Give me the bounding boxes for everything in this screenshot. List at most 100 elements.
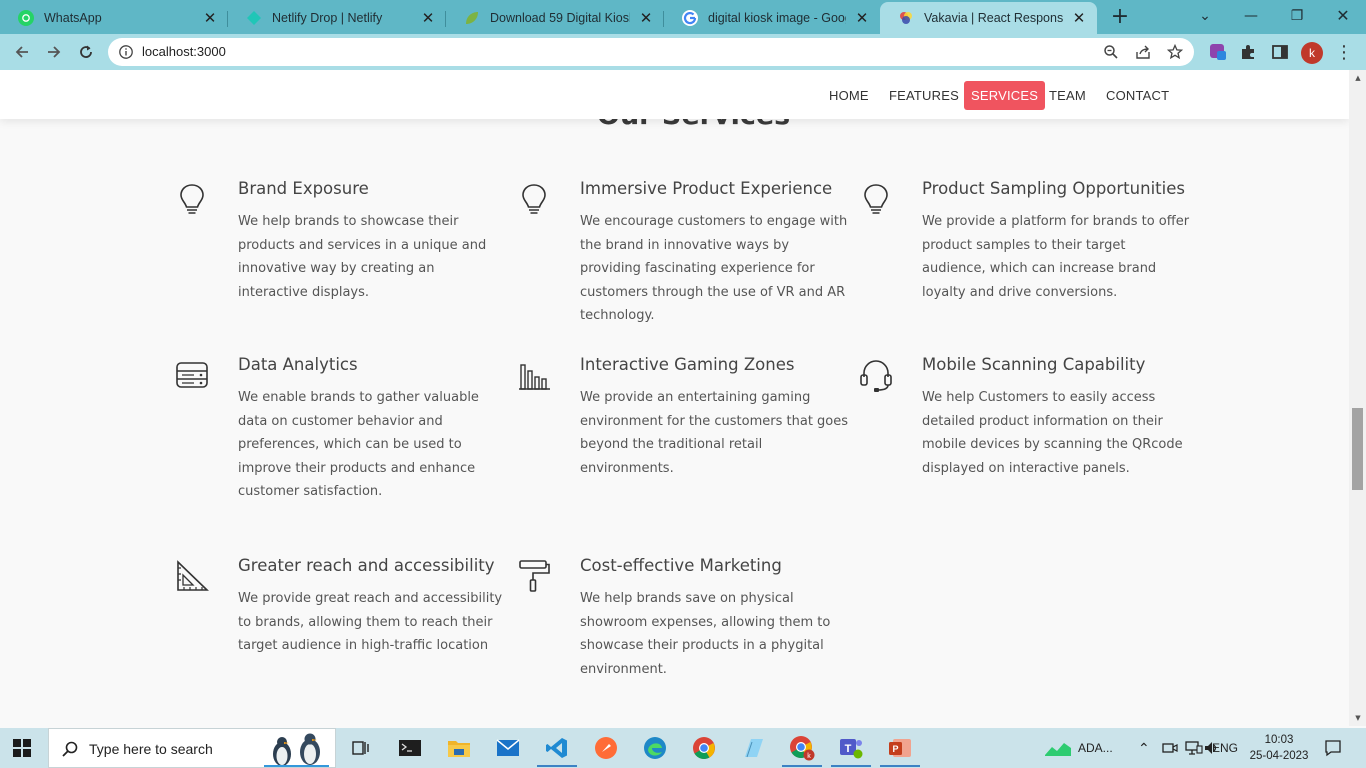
tab-title: Vakavia | React Responsive B — [924, 11, 1063, 25]
reload-icon[interactable] — [74, 40, 98, 64]
nav-contact[interactable]: CONTACT — [1099, 81, 1176, 110]
bookmark-star-icon[interactable] — [1165, 42, 1185, 62]
service-description: We help brands save on physical showroom… — [580, 591, 831, 677]
teams-app-icon[interactable]: T — [831, 734, 871, 767]
chrome-app-icon[interactable] — [690, 734, 718, 762]
browser-toolbar: localhost:3000 k ⋮ — [0, 34, 1366, 70]
service-product-sampling: Product Sampling Opportunities We provid… — [864, 179, 1190, 304]
tray-stock-widget[interactable]: ADA... — [1044, 728, 1113, 768]
service-title: Data Analytics — [238, 355, 358, 374]
nav-features[interactable]: FEATURES — [882, 81, 966, 110]
service-immersive-product-experience: Immersive Product Experience We encourag… — [522, 179, 850, 328]
nav-services[interactable]: SERVICES — [964, 81, 1046, 110]
notifications-icon[interactable] — [1324, 728, 1342, 768]
react-icon — [898, 10, 914, 26]
extension-app-icon[interactable] — [1206, 40, 1230, 64]
zoom-icon[interactable] — [1101, 42, 1121, 62]
close-tab-icon[interactable]: ✕ — [1071, 9, 1087, 27]
mail-app-icon[interactable] — [494, 734, 522, 762]
restore-icon[interactable]: ❐ — [1284, 4, 1310, 28]
close-tab-icon[interactable]: ✕ — [854, 9, 870, 27]
language-indicator[interactable]: ENG — [1212, 728, 1238, 768]
service-description: We help Customers to easily access detai… — [922, 390, 1183, 476]
site-info-icon[interactable] — [118, 44, 134, 64]
windows-taskbar: Type here to search k T P ADA... ⌃ ENG 1… — [0, 728, 1366, 768]
netlify-icon — [246, 10, 262, 26]
service-description: We provide a platform for brands to offe… — [922, 214, 1190, 300]
tab-whatsapp[interactable]: WhatsApp ✕ — [0, 2, 228, 34]
tab-netlify[interactable]: Netlify Drop | Netlify ✕ — [228, 2, 446, 34]
service-title: Brand Exposure — [238, 179, 369, 198]
set-square-icon — [177, 560, 209, 591]
service-title: Product Sampling Opportunities — [922, 179, 1185, 198]
clock-date: 25-04-2023 — [1249, 750, 1309, 762]
terminal-app-icon[interactable] — [396, 734, 424, 762]
service-title: Greater reach and accessibility — [238, 556, 495, 575]
vscode-app-icon[interactable] — [537, 734, 577, 767]
tab-title: Netlify Drop | Netlify — [272, 11, 383, 25]
task-view-icon[interactable] — [347, 734, 375, 762]
scroll-down-arrow-icon[interactable]: ▼ — [1353, 714, 1363, 722]
close-tab-icon[interactable]: ✕ — [638, 9, 654, 27]
service-description: We help brands to showcase their product… — [238, 214, 487, 300]
tab-vakavia[interactable]: Vakavia | React Responsive B ✕ — [880, 2, 1097, 34]
scrollbar-thumb[interactable] — [1352, 408, 1363, 490]
meet-now-icon[interactable] — [1162, 728, 1178, 768]
show-hidden-icons-chevron-icon[interactable]: ⌃ — [1138, 728, 1150, 768]
file-explorer-icon[interactable] — [445, 734, 473, 762]
taskbar-clock[interactable]: 10:03 25-04-2023 — [1246, 732, 1312, 764]
extensions-puzzle-icon[interactable] — [1236, 40, 1260, 64]
tab-google-search[interactable]: digital kiosk image - Google ✕ — [664, 2, 880, 34]
service-greater-reach: Greater reach and accessibility We provi… — [177, 556, 508, 658]
service-title: Immersive Product Experience — [580, 179, 833, 198]
tab-kiosk-download[interactable]: Download 59 Digital Kiosk P ✕ — [446, 2, 664, 34]
profile-avatar[interactable]: k — [1301, 42, 1323, 64]
notepad-app-icon[interactable] — [739, 734, 767, 762]
powerpoint-app-icon[interactable]: P — [880, 734, 920, 767]
back-icon[interactable] — [10, 40, 34, 64]
search-placeholder: Type here to search — [89, 741, 213, 757]
menu-kebab-icon[interactable]: ⋮ — [1332, 40, 1356, 64]
postman-app-icon[interactable] — [592, 734, 620, 762]
server-icon — [176, 362, 208, 388]
service-description: We provide great reach and accessibility… — [238, 591, 503, 653]
edge-browser-icon[interactable] — [641, 734, 669, 762]
service-data-analytics: Data Analytics We enable brands to gathe… — [176, 355, 508, 504]
page-viewport: Our Services HOME FEATURES SERVICES TEAM… — [0, 70, 1349, 726]
forward-icon[interactable] — [42, 40, 66, 64]
service-description: We provide an entertaining gaming enviro… — [580, 390, 849, 476]
close-window-icon[interactable]: ✕ — [1330, 4, 1356, 28]
chrome-profile-app-icon[interactable]: k — [782, 734, 822, 767]
scroll-up-arrow-icon[interactable]: ▲ — [1353, 74, 1363, 82]
windows-start-icon[interactable] — [12, 738, 32, 762]
tab-title: digital kiosk image - Google — [708, 11, 846, 25]
headset-icon — [860, 360, 892, 392]
share-icon[interactable] — [1133, 42, 1153, 62]
tab-search-chevron-icon[interactable]: ⌄ — [1192, 4, 1218, 28]
whatsapp-icon — [18, 10, 34, 26]
url-text[interactable]: localhost:3000 — [142, 44, 226, 59]
search-icon — [62, 741, 78, 757]
network-icon[interactable] — [1185, 728, 1203, 768]
svg-text:P: P — [892, 744, 898, 754]
leaf-icon — [464, 10, 480, 26]
taskbar-search-box[interactable]: Type here to search — [48, 728, 336, 768]
page-scrollbar[interactable] — [1349, 70, 1366, 726]
minimize-icon[interactable]: — — [1238, 4, 1264, 28]
nav-team[interactable]: TEAM — [1042, 81, 1093, 110]
side-panel-icon[interactable] — [1268, 40, 1292, 64]
google-icon — [682, 10, 698, 26]
paint-roller-icon — [519, 560, 550, 592]
new-tab-button[interactable]: + — [1108, 4, 1132, 30]
close-tab-icon[interactable]: ✕ — [202, 9, 218, 27]
service-title: Interactive Gaming Zones — [580, 355, 795, 374]
tab-title: Download 59 Digital Kiosk P — [490, 11, 630, 25]
service-description: We enable brands to gather valuable data… — [238, 390, 479, 499]
tab-title: WhatsApp — [44, 11, 102, 25]
lightbulb-icon — [864, 184, 888, 214]
lightbulb-icon — [522, 184, 546, 214]
address-bar[interactable]: localhost:3000 — [108, 38, 1194, 66]
nav-home[interactable]: HOME — [822, 81, 876, 110]
browser-tab-strip: WhatsApp ✕ Netlify Drop | Netlify ✕ Down… — [0, 0, 1366, 34]
close-tab-icon[interactable]: ✕ — [420, 9, 436, 27]
